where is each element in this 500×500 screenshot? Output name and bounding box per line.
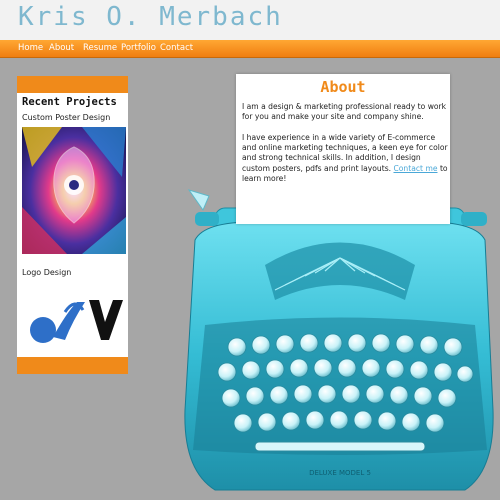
logo-thumbnail[interactable] xyxy=(25,292,125,352)
nav-about[interactable]: About xyxy=(49,43,74,53)
about-intro: I am a design & marketing professional r… xyxy=(242,102,447,122)
site-header: Kris O. Merbach xyxy=(0,0,500,40)
nav-resume[interactable]: Resume xyxy=(83,43,117,53)
nav-portfolio[interactable]: Portfolio xyxy=(121,43,156,53)
project-label-poster[interactable]: Custom Poster Design xyxy=(22,113,110,122)
about-card: About I am a design & marketing professi… xyxy=(236,74,450,224)
main-nav: Home About Resume Portfolio Contact xyxy=(0,40,500,58)
nav-home[interactable]: Home xyxy=(18,43,43,53)
about-details: I have experience in a wide variety of E… xyxy=(242,133,448,184)
nav-contact[interactable]: Contact xyxy=(160,43,193,53)
site-title[interactable]: Kris O. Merbach xyxy=(18,2,283,32)
contact-me-link[interactable]: Contact me xyxy=(393,164,437,173)
recent-projects-heading: Recent Projects xyxy=(22,96,117,108)
about-title: About xyxy=(320,78,366,96)
recent-projects-sidebar: Recent Projects Custom Poster Design Log… xyxy=(17,76,128,374)
project-label-logo[interactable]: Logo Design xyxy=(22,268,71,277)
typewriter-brand: DELUXE MODEL 5 xyxy=(309,469,371,477)
poster-thumbnail[interactable] xyxy=(22,127,126,254)
